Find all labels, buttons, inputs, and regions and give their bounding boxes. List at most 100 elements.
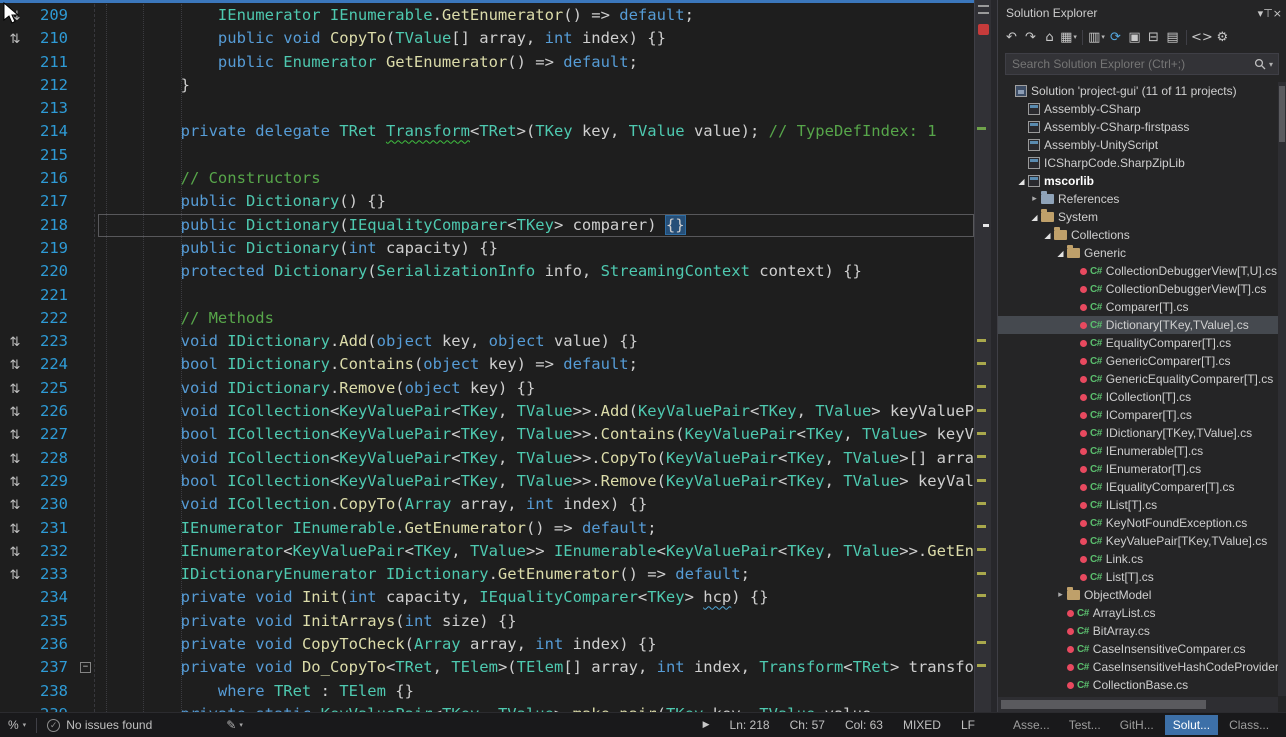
- code-line-216[interactable]: 216// Constructors: [0, 167, 974, 190]
- tree-item[interactable]: C#List[T].cs: [998, 568, 1278, 586]
- tree-item[interactable]: C#CaseInsensitiveComparer.cs: [998, 640, 1278, 658]
- tree-item[interactable]: C#KeyNotFoundException.cs: [998, 514, 1278, 532]
- show-all-files-icon[interactable]: ▤: [1163, 27, 1182, 47]
- tree-item[interactable]: C#Link.cs: [998, 550, 1278, 568]
- code-line-236[interactable]: 236private void CopyToCheck(Array array,…: [0, 633, 974, 656]
- properties-icon[interactable]: ⚙: [1213, 27, 1232, 47]
- forward-icon[interactable]: ↷: [1021, 27, 1040, 47]
- code-line-220[interactable]: 220protected Dictionary(SerializationInf…: [0, 260, 974, 283]
- implements-arrows-icon[interactable]: ⇅: [10, 568, 21, 583]
- code-editor[interactable]: ⇅209IEnumerator IEnumerable.GetEnumerato…: [0, 0, 974, 712]
- implements-arrows-icon[interactable]: ⇅: [10, 358, 21, 373]
- code-cleanup-control[interactable]: ✎ ▾: [226, 718, 243, 732]
- tree-item[interactable]: C#GenericEqualityComparer[T].cs: [998, 370, 1278, 388]
- search-options-caret-icon[interactable]: ▾: [1269, 60, 1273, 69]
- tree-item[interactable]: C#CaseInsensitiveHashCodeProvider.cs: [998, 658, 1278, 676]
- code-line-225[interactable]: ⇅225void IDictionary.Remove(object key) …: [0, 377, 974, 400]
- search-input[interactable]: [1012, 57, 1254, 71]
- code-line-222[interactable]: 222// Methods: [0, 307, 974, 330]
- zoom-select[interactable]: % ▾: [8, 718, 26, 732]
- implements-arrows-icon[interactable]: ⇅: [10, 405, 21, 420]
- tree-item[interactable]: C#IEnumerable[T].cs: [998, 442, 1278, 460]
- code-line-211[interactable]: 211public Enumerator GetEnumerator() => …: [0, 51, 974, 74]
- code-line-219[interactable]: 219public Dictionary(int capacity) {}: [0, 237, 974, 260]
- implements-arrows-icon[interactable]: ⇅: [10, 498, 21, 513]
- tree-item[interactable]: ICSharpCode.SharpZipLib: [998, 154, 1278, 172]
- issues-indicator[interactable]: ✓ No issues found: [47, 718, 152, 732]
- expander-icon[interactable]: ◢: [1015, 177, 1028, 186]
- code-line-235[interactable]: 235private void InitArrays(int size) {}: [0, 610, 974, 633]
- implements-arrows-icon[interactable]: ⇅: [10, 335, 21, 350]
- expander-icon[interactable]: ▸: [1028, 194, 1041, 204]
- code-line-230[interactable]: ⇅230void ICollection.CopyTo(Array array,…: [0, 493, 974, 516]
- code-line-227[interactable]: ⇅227bool ICollection<KeyValuePair<TKey, …: [0, 423, 974, 446]
- code-line-229[interactable]: ⇅229bool ICollection<KeyValuePair<TKey, …: [0, 470, 974, 493]
- tree-item[interactable]: C#IList[T].cs: [998, 496, 1278, 514]
- code-line-233[interactable]: ⇅233IDictionaryEnumerator IDictionary.Ge…: [0, 563, 974, 586]
- tree-item[interactable]: ◢System: [998, 208, 1278, 226]
- code-line-217[interactable]: 217public Dictionary() {}: [0, 190, 974, 213]
- tool-tab-test[interactable]: Test...: [1061, 715, 1109, 735]
- code-line-231[interactable]: ⇅231IEnumerator IEnumerable.GetEnumerato…: [0, 517, 974, 540]
- implements-arrows-icon[interactable]: ⇅: [10, 522, 21, 537]
- tree-vertical-scrollbar[interactable]: [1278, 82, 1286, 696]
- view-code-icon[interactable]: <>: [1191, 27, 1213, 47]
- tree-item[interactable]: C#BitArray.cs: [998, 622, 1278, 640]
- code-line-210[interactable]: ⇅210public void CopyTo(TValue[] array, i…: [0, 27, 974, 50]
- code-line-213[interactable]: 213: [0, 97, 974, 120]
- tree-item[interactable]: C#CollectionDebuggerView[T].cs: [998, 280, 1278, 298]
- tree-item[interactable]: C#Dictionary[TKey,TValue].cs: [998, 316, 1278, 334]
- expander-icon[interactable]: ◢: [1028, 213, 1041, 222]
- implements-arrows-icon[interactable]: ⇅: [10, 428, 21, 443]
- implements-arrows-icon[interactable]: ⇅: [10, 475, 21, 490]
- tree-item[interactable]: ▸ObjectModel: [998, 586, 1278, 604]
- home-icon[interactable]: ⌂: [1040, 27, 1059, 47]
- code-line-238[interactable]: 238where TRet : TElem {}: [0, 680, 974, 703]
- preview-selected-items-icon[interactable]: ▣: [1125, 27, 1144, 47]
- tool-tab-solut[interactable]: Solut...: [1165, 715, 1218, 735]
- code-line-221[interactable]: 221: [0, 284, 974, 307]
- tree-item[interactable]: C#IComparer[T].cs: [998, 406, 1278, 424]
- tree-item[interactable]: Assembly-CSharp-firstpass: [998, 118, 1278, 136]
- code-line-228[interactable]: ⇅228void ICollection<KeyValuePair<TKey, …: [0, 447, 974, 470]
- tree-item[interactable]: C#IDictionary[TKey,TValue].cs: [998, 424, 1278, 442]
- tree-item[interactable]: C#ICollection[T].cs: [998, 388, 1278, 406]
- filter-icon[interactable]: ▥▾: [1087, 27, 1106, 47]
- code-line-212[interactable]: 212}: [0, 74, 974, 97]
- implements-arrows-icon[interactable]: ⇅: [10, 545, 21, 560]
- search-box[interactable]: ▾: [1005, 53, 1279, 75]
- tree-item[interactable]: C#EqualityComparer[T].cs: [998, 334, 1278, 352]
- tree-item[interactable]: C#KeyValuePair[TKey,TValue].cs: [998, 532, 1278, 550]
- close-icon[interactable]: ×: [1273, 7, 1282, 20]
- code-line-224[interactable]: ⇅224bool IDictionary.Contains(object key…: [0, 353, 974, 376]
- tool-tab-asse[interactable]: Asse...: [1005, 715, 1058, 735]
- sync-with-active-document-icon[interactable]: ⟳: [1106, 27, 1125, 47]
- tree-item[interactable]: Assembly-UnityScript: [998, 136, 1278, 154]
- expander-icon[interactable]: ▸: [1054, 590, 1067, 600]
- tree-horizontal-scrollbar[interactable]: [998, 697, 1278, 712]
- tree-item[interactable]: Solution 'project-gui' (11 of 11 project…: [998, 82, 1278, 100]
- tree-item[interactable]: C#CollectionDebuggerView[T,U].cs: [998, 262, 1278, 280]
- code-line-232[interactable]: ⇅232IEnumerator<KeyValuePair<TKey, TValu…: [0, 540, 974, 563]
- code-line-215[interactable]: 215: [0, 144, 974, 167]
- tree-item[interactable]: C#Comparer[T].cs: [998, 298, 1278, 316]
- code-line-226[interactable]: ⇅226void ICollection<KeyValuePair<TKey, …: [0, 400, 974, 423]
- editor-vertical-scrollbar[interactable]: [974, 0, 991, 712]
- implements-arrows-icon[interactable]: ⇅: [10, 32, 21, 47]
- status-lf[interactable]: LF: [961, 718, 975, 732]
- code-line-218[interactable]: 218public Dictionary(IEqualityComparer<T…: [0, 214, 974, 237]
- tree-item[interactable]: C#ArrayList.cs: [998, 604, 1278, 622]
- tree-item[interactable]: ◢mscorlib: [998, 172, 1278, 190]
- back-icon[interactable]: ↶: [1002, 27, 1021, 47]
- code-line-209[interactable]: ⇅209IEnumerator IEnumerable.GetEnumerato…: [0, 4, 974, 27]
- tree-item[interactable]: C#GenericComparer[T].cs: [998, 352, 1278, 370]
- tree-item[interactable]: ◢Collections: [998, 226, 1278, 244]
- expander-icon[interactable]: ◢: [1054, 249, 1067, 258]
- implements-arrows-icon[interactable]: ⇅: [10, 382, 21, 397]
- status-ln[interactable]: Ln: 218: [730, 718, 770, 732]
- implements-arrows-icon[interactable]: ⇅: [10, 452, 21, 467]
- code-line-239[interactable]: 239private static KeyValuePair<TKey, TVa…: [0, 703, 974, 712]
- tree-hscroll-thumb[interactable]: [1001, 700, 1206, 709]
- tree-vscroll-thumb[interactable]: [1279, 86, 1285, 142]
- code-line-237[interactable]: 237−private void Do_CopyTo<TRet, TElem>(…: [0, 656, 974, 679]
